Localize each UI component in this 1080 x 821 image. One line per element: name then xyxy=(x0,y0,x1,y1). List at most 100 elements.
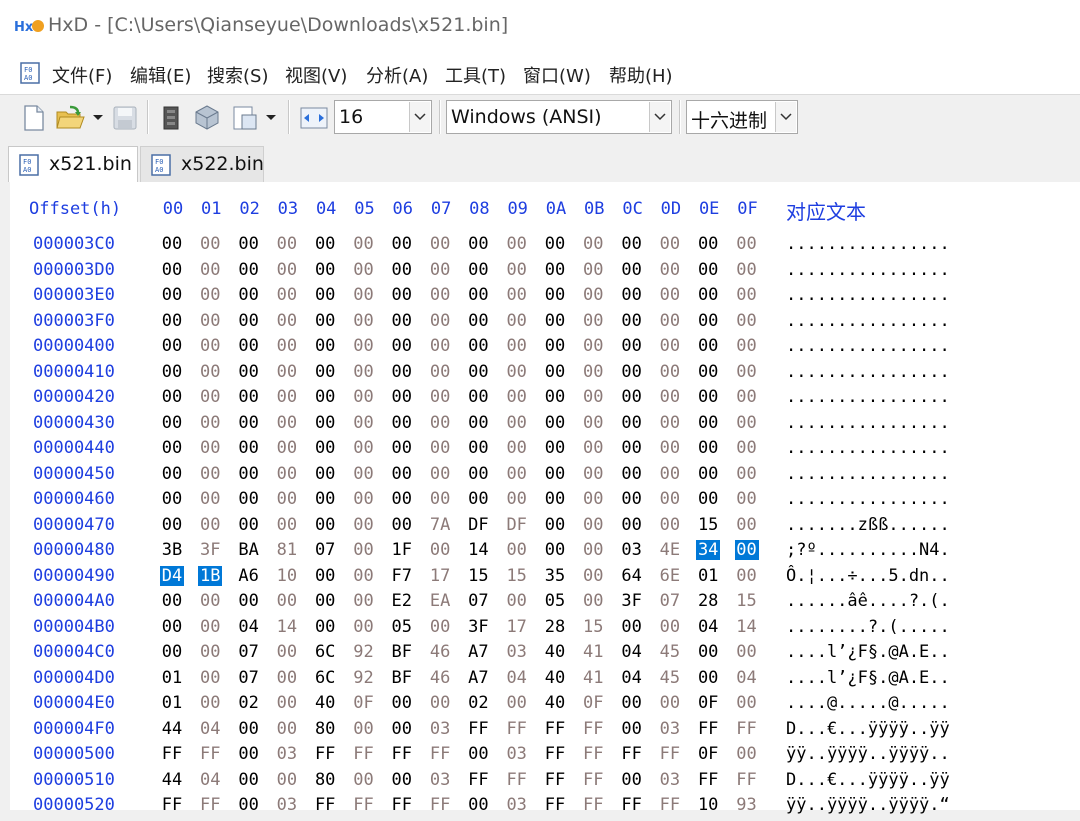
hex-byte[interactable]: 00 xyxy=(313,464,337,484)
hex-byte[interactable]: 00 xyxy=(237,311,261,331)
hex-row[interactable]: 00000520 FF FF 00 03 FF FF FF FF 00 03 FF FF FF FF 10 93… xyxy=(0,795,1080,821)
hex-row[interactable]: 00000400 00 00 00 00 00 00 00 00 00 00 00 00 00 00 00 00… xyxy=(0,336,1080,362)
hex-byte[interactable]: 00 xyxy=(543,438,567,458)
hex-byte[interactable]: 00 xyxy=(620,413,644,433)
hex-byte[interactable]: 00 xyxy=(466,744,490,764)
hex-byte[interactable]: 64 xyxy=(620,566,644,586)
hex-byte[interactable]: 00 xyxy=(428,489,452,509)
hex-byte[interactable]: 00 xyxy=(696,260,720,280)
hex-byte[interactable]: 00 xyxy=(505,591,529,611)
hex-byte[interactable]: FF xyxy=(160,744,184,764)
hex-byte[interactable]: 00 xyxy=(160,591,184,611)
menu-search[interactable]: 搜索(S) xyxy=(207,62,268,88)
row-text[interactable]: Ô.¦...÷...5.dn.. xyxy=(786,566,950,586)
hex-byte[interactable]: 28 xyxy=(696,591,720,611)
hex-byte[interactable]: 00 xyxy=(160,260,184,280)
hex-byte[interactable]: 00 xyxy=(275,489,299,509)
hex-byte[interactable]: 00 xyxy=(620,770,644,790)
hex-row[interactable]: 000004E0 01 00 02 00 40 0F 00 00 02 00 40 0F 00 00 0F 00… xyxy=(0,693,1080,719)
hex-byte[interactable]: 14 xyxy=(466,540,490,560)
hex-byte[interactable]: 00 xyxy=(313,617,337,637)
hex-byte[interactable]: 00 xyxy=(428,464,452,484)
hex-byte[interactable]: 80 xyxy=(313,770,337,790)
hex-row[interactable]: 00000430 00 00 00 00 00 00 00 00 00 00 00 00 00 00 00 00… xyxy=(0,413,1080,439)
hex-byte[interactable]: 00 xyxy=(237,336,261,356)
hex-byte[interactable]: 00 xyxy=(620,311,644,331)
disk-editor-icon[interactable] xyxy=(193,103,221,131)
hex-byte[interactable]: 00 xyxy=(581,413,605,433)
hex-byte[interactable]: 0F xyxy=(352,693,376,713)
hex-byte[interactable]: 10 xyxy=(696,795,720,815)
hex-byte[interactable]: 00 xyxy=(735,413,759,433)
hex-byte[interactable]: 00 xyxy=(428,234,452,254)
hex-byte[interactable]: 00 xyxy=(390,260,414,280)
row-text[interactable]: ........?.(..... xyxy=(786,617,950,637)
hex-byte[interactable]: 00 xyxy=(275,387,299,407)
hex-row[interactable]: 000004A0 00 00 00 00 00 00 E2 EA 07 00 05 00 3F 07 28 15… xyxy=(0,591,1080,617)
hex-byte[interactable]: 00 xyxy=(581,311,605,331)
hex-byte[interactable]: 00 xyxy=(275,693,299,713)
hex-row[interactable]: 00000500 FF FF 00 03 FF FF FF FF 00 03 FF FF FF FF 0F 00… xyxy=(0,744,1080,770)
hex-byte[interactable]: 00 xyxy=(428,285,452,305)
hex-byte[interactable]: 00 xyxy=(735,464,759,484)
hex-byte[interactable]: 00 xyxy=(352,617,376,637)
hex-byte[interactable]: 04 xyxy=(198,770,222,790)
hex-byte[interactable]: A6 xyxy=(237,566,261,586)
hex-byte[interactable]: 00 xyxy=(198,642,222,662)
row-text[interactable]: ................ xyxy=(786,464,950,484)
hex-byte[interactable]: 00 xyxy=(275,642,299,662)
hex-byte[interactable]: 00 xyxy=(620,515,644,535)
hex-byte[interactable]: 0F xyxy=(696,744,720,764)
hex-byte[interactable]: 00 xyxy=(505,260,529,280)
hex-byte[interactable]: 00 xyxy=(620,362,644,382)
hex-byte[interactable]: 00 xyxy=(620,464,644,484)
row-text[interactable]: ................ xyxy=(786,387,950,407)
hex-byte[interactable]: 00 xyxy=(390,234,414,254)
hex-byte[interactable]: 04 xyxy=(237,617,261,637)
hex-byte[interactable]: 00 xyxy=(275,770,299,790)
hex-byte[interactable]: 15 xyxy=(505,566,529,586)
row-text[interactable]: ................ xyxy=(786,362,950,382)
hex-byte[interactable]: 34 xyxy=(696,540,721,560)
hex-byte[interactable]: 00 xyxy=(658,336,682,356)
hex-byte[interactable]: 00 xyxy=(543,234,567,254)
hex-byte[interactable]: 00 xyxy=(696,234,720,254)
row-text[interactable]: D...€...ÿÿÿÿ..ÿÿ xyxy=(786,770,950,790)
hex-byte[interactable]: 00 xyxy=(581,260,605,280)
hex-byte[interactable]: 00 xyxy=(198,617,222,637)
hex-byte[interactable]: 00 xyxy=(543,260,567,280)
hex-byte[interactable]: 02 xyxy=(466,693,490,713)
hex-byte[interactable]: 00 xyxy=(658,260,682,280)
hex-byte[interactable]: 00 xyxy=(735,311,759,331)
row-text[interactable]: ÿÿ..ÿÿÿÿ..ÿÿÿÿ.“ xyxy=(786,795,950,815)
hex-byte[interactable]: 00 xyxy=(735,234,759,254)
hex-row[interactable]: 000004C0 00 00 07 00 6C 92 BF 46 A7 03 40 41 04 45 00 00… xyxy=(0,642,1080,668)
row-text[interactable]: ................ xyxy=(786,413,950,433)
hex-byte[interactable]: 00 xyxy=(198,311,222,331)
hex-byte[interactable]: 00 xyxy=(696,438,720,458)
row-text[interactable]: ................ xyxy=(786,234,950,254)
hex-byte[interactable]: 00 xyxy=(505,489,529,509)
hex-byte[interactable]: 00 xyxy=(428,260,452,280)
hex-byte[interactable]: 00 xyxy=(198,413,222,433)
hex-byte[interactable]: 00 xyxy=(390,311,414,331)
menu-tools[interactable]: 工具(T) xyxy=(445,62,506,88)
hex-byte[interactable]: 6C xyxy=(313,668,337,688)
hex-byte[interactable]: BF xyxy=(390,642,414,662)
hex-byte[interactable]: 00 xyxy=(352,362,376,382)
hex-byte[interactable]: 00 xyxy=(735,693,759,713)
hex-byte[interactable]: 04 xyxy=(696,617,720,637)
row-text[interactable]: ................ xyxy=(786,336,950,356)
hex-byte[interactable]: 00 xyxy=(198,336,222,356)
hex-byte[interactable]: 00 xyxy=(160,413,184,433)
hex-byte[interactable]: 00 xyxy=(620,617,644,637)
hex-byte[interactable]: 00 xyxy=(313,489,337,509)
hex-byte[interactable]: 00 xyxy=(352,336,376,356)
hex-byte[interactable]: 40 xyxy=(313,693,337,713)
hex-byte[interactable]: 00 xyxy=(620,438,644,458)
hex-byte[interactable]: FF xyxy=(428,795,452,815)
hex-byte[interactable]: 00 xyxy=(543,464,567,484)
hex-byte[interactable]: 00 xyxy=(735,260,759,280)
hex-byte[interactable]: 00 xyxy=(352,234,376,254)
hex-byte[interactable]: 03 xyxy=(428,770,452,790)
